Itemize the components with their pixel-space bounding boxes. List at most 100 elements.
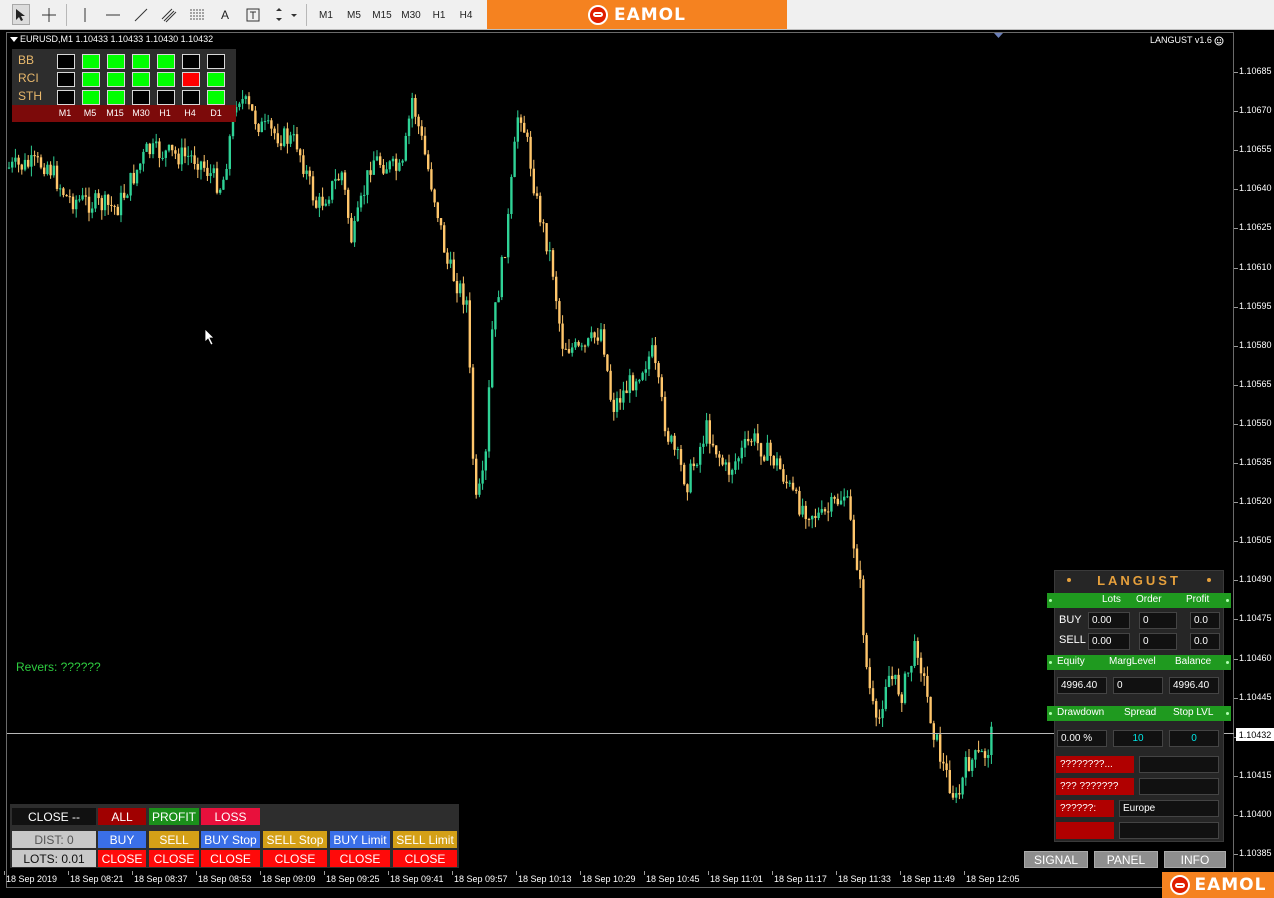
- panel-button[interactable]: PANEL: [1094, 851, 1158, 868]
- positions-header-bar: Lots Order Profit: [1047, 593, 1231, 608]
- sell-stop-button[interactable]: SELL Stop: [263, 831, 327, 848]
- candle-body: [158, 141, 161, 158]
- header-profit: Profit: [1186, 594, 1210, 605]
- timeframe-m15-button[interactable]: M15: [369, 6, 395, 24]
- text-tool-icon[interactable]: A: [214, 4, 236, 25]
- trendline-icon[interactable]: [130, 4, 152, 25]
- candle-body: [471, 367, 475, 459]
- close-buy-limit-button[interactable]: CLOSE: [330, 850, 390, 867]
- price-tick: 1.10670: [1234, 105, 1272, 116]
- timeframe-h4-button[interactable]: H4: [455, 6, 477, 24]
- sell-lots-field: 0.00: [1088, 633, 1130, 650]
- matrix-tf-label: H1: [159, 108, 171, 118]
- close-sell-limit-button[interactable]: CLOSE: [393, 850, 457, 867]
- candle-body: [948, 770, 951, 794]
- candle-body: [39, 157, 43, 168]
- candle-body: [510, 176, 513, 214]
- candle-body: [743, 438, 747, 448]
- arrows-dropdown-icon[interactable]: [272, 4, 300, 25]
- signal-button[interactable]: SIGNAL: [1024, 851, 1088, 868]
- info-value-1: [1139, 756, 1219, 773]
- candle-body: [663, 396, 667, 432]
- close-profit-button[interactable]: PROFIT: [149, 808, 199, 825]
- close-select-button[interactable]: CLOSE --: [12, 808, 96, 825]
- candle-body: [270, 120, 273, 129]
- vertical-line-icon[interactable]: [74, 4, 96, 25]
- candle-body: [983, 751, 987, 758]
- candle-body: [695, 464, 699, 467]
- candle-body: [817, 512, 820, 518]
- close-loss-button[interactable]: LOSS: [201, 808, 260, 825]
- close-buy-stop-button[interactable]: CLOSE: [201, 850, 260, 867]
- candle-body: [503, 257, 507, 259]
- lots-input[interactable]: LOTS: 0.01: [12, 850, 96, 867]
- candle-body: [497, 297, 500, 303]
- candle-body: [929, 696, 932, 724]
- smiley-icon: [1214, 36, 1224, 46]
- candle-body: [222, 179, 225, 190]
- cursor-tool-icon[interactable]: [12, 4, 30, 25]
- candle-body: [705, 420, 708, 444]
- candle-body: [462, 283, 465, 305]
- sell-button[interactable]: SELL: [149, 831, 199, 848]
- candle-body: [87, 196, 91, 213]
- candle-body: [100, 198, 103, 211]
- candle-body: [407, 118, 411, 136]
- candle-body: [523, 122, 526, 133]
- candle-body: [84, 195, 87, 197]
- chevron-down-icon[interactable]: [10, 36, 18, 43]
- candle-body: [206, 167, 209, 176]
- candle-body: [971, 759, 974, 771]
- candle-body: [238, 103, 241, 108]
- candle-body: [564, 348, 567, 350]
- current-price-line: [7, 733, 1234, 734]
- candle-body: [516, 117, 519, 142]
- candle-body: [350, 217, 353, 243]
- close-all-button[interactable]: ALL: [98, 808, 146, 825]
- candle-body: [606, 354, 609, 371]
- buy-button[interactable]: BUY: [98, 831, 146, 848]
- dist-input[interactable]: DIST: 0: [12, 831, 96, 848]
- candle-body: [113, 205, 116, 207]
- time-tick: 18 Sep 09:09: [260, 871, 316, 884]
- candle-body: [561, 323, 564, 349]
- candle-body: [859, 569, 862, 580]
- buy-lots-field: 0.00: [1088, 612, 1130, 629]
- candle-body: [865, 635, 868, 668]
- info-button[interactable]: INFO: [1164, 851, 1226, 868]
- close-buy-button[interactable]: CLOSE: [98, 850, 146, 867]
- timeframe-m30-button[interactable]: M30: [398, 6, 424, 24]
- fibonacci-icon[interactable]: [186, 4, 208, 25]
- chart-shift-marker-icon[interactable]: [994, 33, 1003, 38]
- close-sell-button[interactable]: CLOSE: [149, 850, 199, 867]
- buy-stop-button[interactable]: BUY Stop: [201, 831, 260, 848]
- text-label-icon[interactable]: [242, 4, 264, 25]
- candle-body: [919, 657, 923, 674]
- candle-body: [494, 302, 497, 330]
- time-tick: 18 Sep 08:53: [196, 871, 252, 884]
- langust-panel: LANGUST Lots Order Profit BUY 0.00 0 0.0…: [1047, 570, 1231, 842]
- info-value-2: [1139, 778, 1219, 795]
- timeframe-h1-button[interactable]: H1: [428, 6, 450, 24]
- time-tick: 18 Sep 09:57: [452, 871, 508, 884]
- candle-body: [676, 449, 679, 451]
- candle-body: [903, 673, 907, 703]
- buy-limit-button[interactable]: BUY Limit: [330, 831, 390, 848]
- horizontal-line-icon[interactable]: [102, 4, 124, 25]
- timeframe-m5-button[interactable]: M5: [342, 6, 366, 24]
- candle-body: [654, 345, 657, 364]
- crosshair-tool-icon[interactable]: [38, 4, 60, 25]
- candle-body: [465, 300, 468, 305]
- candle-body: [225, 168, 228, 180]
- candle-body: [724, 462, 727, 465]
- timeframe-m1-button[interactable]: M1: [314, 6, 338, 24]
- channel-tool-icon[interactable]: [158, 4, 180, 25]
- candle-body: [139, 163, 142, 170]
- candle-body: [315, 200, 318, 208]
- candle-body: [679, 449, 683, 465]
- candle-body: [23, 159, 27, 170]
- sell-limit-button[interactable]: SELL Limit: [393, 831, 457, 848]
- close-sell-stop-button[interactable]: CLOSE: [263, 850, 327, 867]
- signal-cell-sth-h1: [157, 90, 175, 105]
- candle-body: [926, 675, 929, 697]
